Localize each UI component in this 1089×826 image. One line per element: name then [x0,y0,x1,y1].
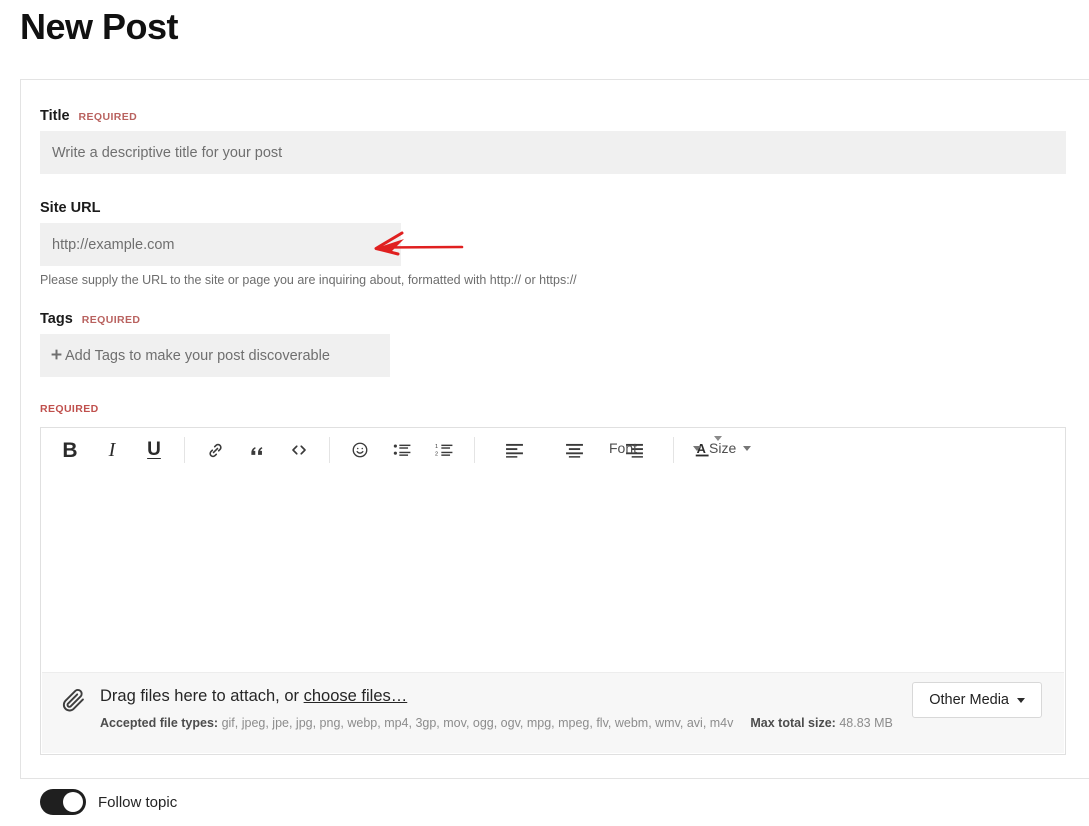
toolbar-divider [184,437,185,463]
code-icon [289,441,309,459]
toolbar-divider [474,437,475,463]
font-dropdown[interactable]: Font [609,440,701,456]
align-center-button[interactable] [558,434,590,466]
toolbar-group-lists: 1 2 [339,428,465,472]
follow-topic-toggle[interactable] [40,789,86,815]
toggle-knob [63,792,83,812]
bold-button[interactable]: B [54,434,86,466]
max-size-value: 48.83 MB [839,716,893,730]
size-dropdown[interactable]: Size [709,440,752,456]
underline-button[interactable]: U [138,434,170,466]
body-required-badge: REQUIRED [40,403,99,415]
toolbar-group-format: B I U [49,428,175,472]
editor-toolbar: B I U 1 2 A Font Size [41,428,1065,472]
emoji-button[interactable] [344,434,376,466]
toolbar-group-insert [194,428,320,472]
editor-content-area[interactable] [41,472,1065,672]
choose-files-link[interactable]: choose files… [304,687,408,705]
italic-icon: I [108,438,116,461]
attach-meta: Accepted file types: gif, jpeg, jpe, jpg… [100,716,893,730]
code-button[interactable] [283,434,315,466]
size-dropdown-label: Size [709,440,737,456]
numbered-list-button[interactable]: 1 2 [428,434,460,466]
accepted-types-value: gif, jpeg, jpe, jpg, png, webp, mp4, 3gp… [221,716,734,730]
tags-placeholder: Add Tags to make your post discoverable [65,347,330,364]
title-input[interactable] [40,131,1066,174]
toolbar-divider [329,437,330,463]
follow-topic-label: Follow topic [98,793,178,811]
site-url-help-text: Please supply the URL to the site or pag… [40,273,577,287]
tags-field-label-row: Tags REQUIRED [40,311,140,327]
bullet-list-button[interactable] [386,434,418,466]
align-left-icon [505,443,524,458]
tags-required-badge: REQUIRED [81,314,141,326]
svg-text:2: 2 [435,452,438,458]
svg-text:1: 1 [435,444,438,450]
max-size-label: Max total size: [750,716,836,730]
site-url-field-label-row: Site URL [40,200,100,216]
bold-icon: B [62,438,78,462]
paperclip-icon [60,687,87,719]
numbered-list-icon: 1 2 [435,442,454,458]
other-media-button[interactable]: Other Media [912,682,1042,718]
page-title: New Post [20,6,179,47]
chevron-down-icon [743,445,752,451]
tags-label: Tags [40,311,73,327]
font-dropdown-label: Font [609,440,638,456]
align-center-icon [565,443,584,458]
align-left-button[interactable] [498,434,530,466]
chevron-down-icon [693,445,701,451]
plus-icon [51,349,62,362]
accepted-types-label: Accepted file types: [100,716,219,730]
site-url-input[interactable] [40,223,401,266]
title-field-label-row: Title REQUIRED [40,108,137,124]
blockquote-icon [248,441,266,459]
rich-text-editor: B I U 1 2 A Font Size Drag files here to… [40,427,1066,755]
blockquote-button[interactable] [241,434,273,466]
title-label: Title [40,108,70,124]
bullet-list-icon [393,442,412,458]
other-media-label: Other Media [929,692,1009,708]
link-button[interactable] [199,434,231,466]
smiley-icon [351,441,369,459]
site-url-label: Site URL [40,200,101,216]
chevron-down-icon [1017,697,1025,703]
follow-topic-row: Follow topic [40,789,177,815]
attach-instruction-text: Drag files here to attach, or [100,687,304,705]
title-required-badge: REQUIRED [78,111,138,123]
underline-icon: U [147,439,161,460]
attachment-dropzone[interactable]: Drag files here to attach, or choose fil… [42,672,1064,753]
attach-instruction: Drag files here to attach, or choose fil… [100,687,407,706]
tags-input[interactable]: Add Tags to make your post discoverable [40,334,390,377]
new-post-page: New Post Title REQUIRED Site URL Please … [0,0,1089,826]
italic-button[interactable]: I [96,434,128,466]
link-icon [206,441,225,460]
